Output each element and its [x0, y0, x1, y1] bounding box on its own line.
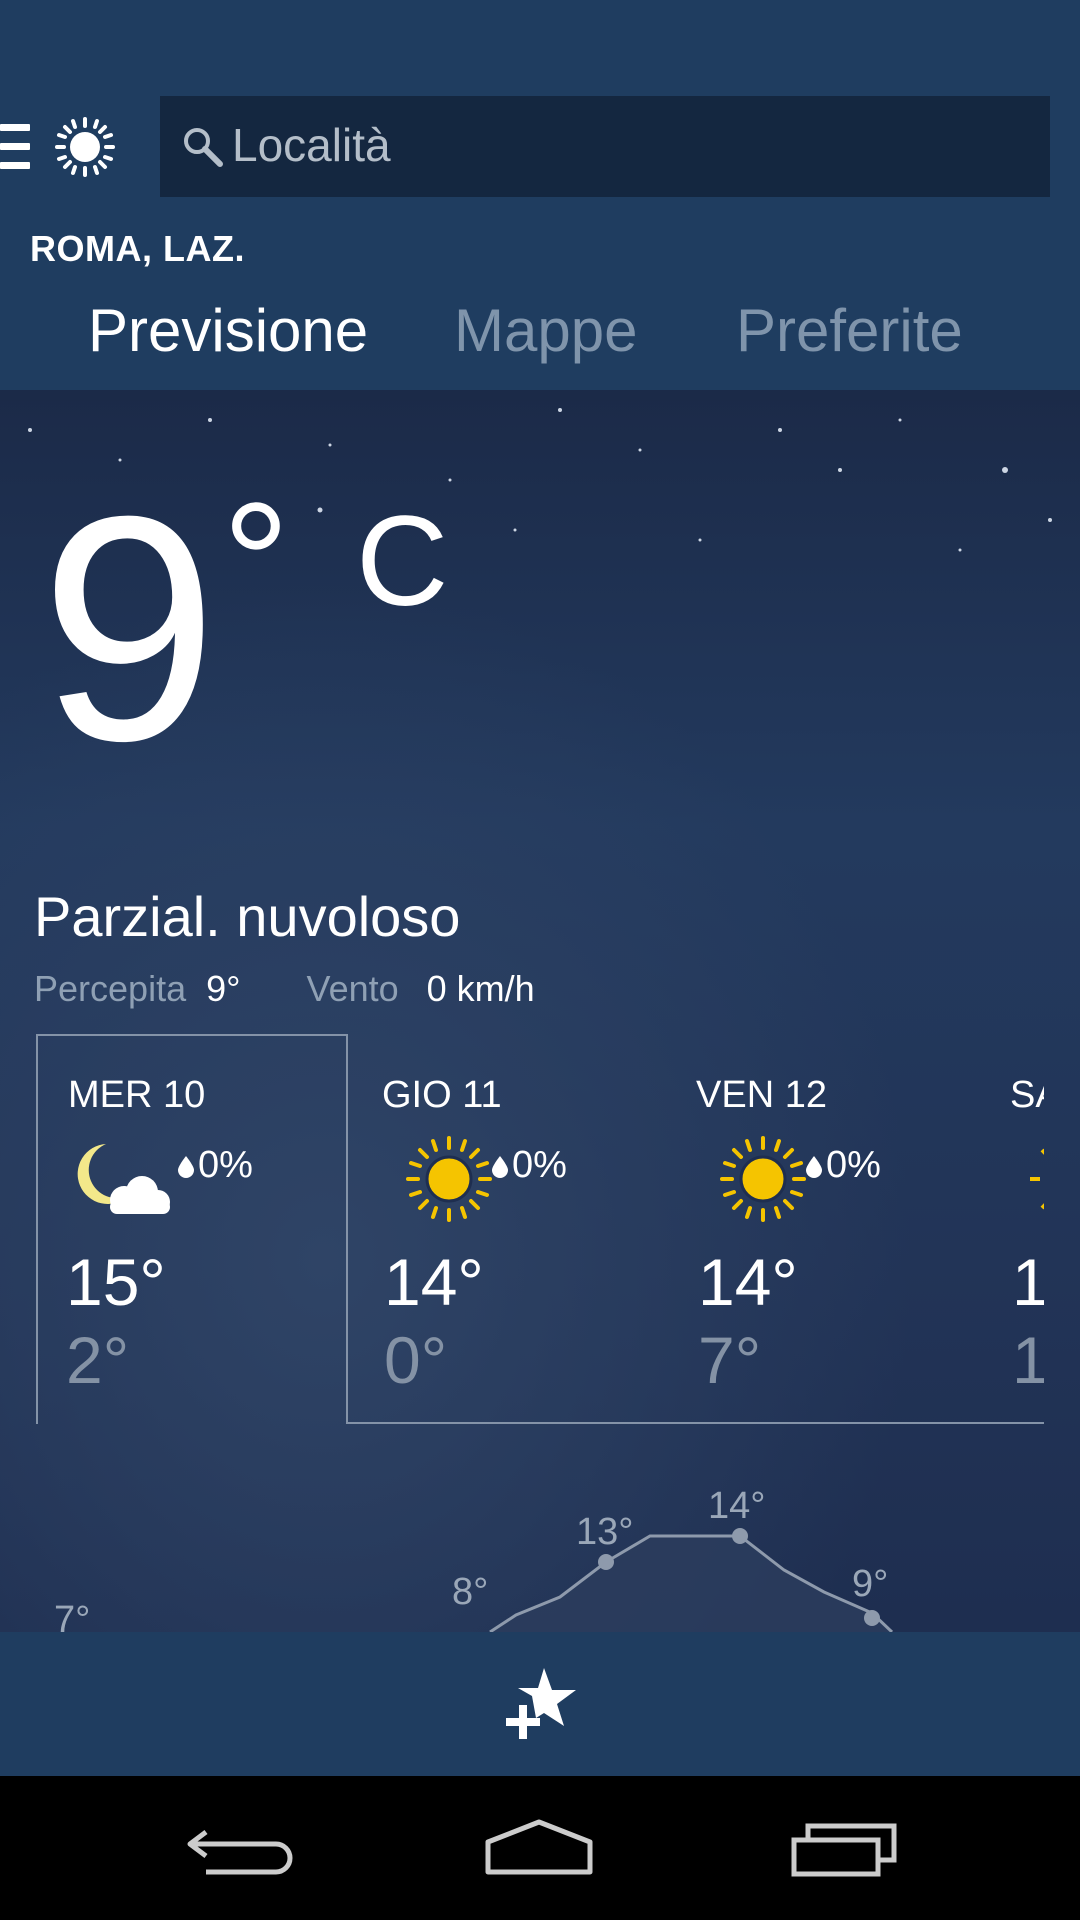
temperature-graph: 7° 8° 13° 14° 9°: [54, 1485, 894, 1632]
moon-cloud-icon: [77, 1144, 170, 1214]
precipitation: 0%: [492, 1144, 567, 1187]
location-search-input[interactable]: Località: [160, 96, 1050, 197]
low-temp: 2°: [66, 1323, 130, 1397]
high-temp: 14°: [698, 1245, 798, 1319]
location-name: ROMA, LAZ.: [30, 228, 245, 269]
hamburger-menu-icon[interactable]: [0, 124, 30, 170]
weather-content[interactable]: 9 ° C Parzial. nuvoloso Percepita 9° Ven…: [0, 390, 1080, 1632]
low-temp: 0°: [384, 1323, 448, 1397]
raindrop-icon: [178, 1155, 194, 1178]
precipitation: 0%: [806, 1144, 881, 1187]
graph-label-7: 7°: [54, 1599, 90, 1632]
search-icon: [184, 128, 223, 167]
graph-label-8: 8°: [452, 1571, 488, 1613]
add-favorite-icon[interactable]: [502, 1666, 578, 1742]
forecast-card-mer[interactable]: MER 10 0% 15° 2°: [36, 1034, 350, 1424]
back-button-icon[interactable]: [186, 1814, 296, 1884]
forecast-day: MER 10: [68, 1074, 206, 1116]
degree-symbol: °: [222, 468, 290, 658]
low-temp: 7°: [698, 1323, 762, 1397]
precipitation-value: 0%: [198, 1144, 253, 1186]
graph-label-14: 14°: [708, 1485, 765, 1527]
high-temp: 14°: [384, 1245, 484, 1319]
forecast-card-ven[interactable]: VEN 12 0% 14° 7°: [664, 1034, 978, 1424]
tab-forecast[interactable]: Previsione: [88, 296, 368, 365]
tab-maps[interactable]: Mappe: [454, 296, 637, 365]
raindrop-icon: [492, 1155, 508, 1178]
high-temp: 15°: [66, 1245, 166, 1319]
low-temp: 1: [1012, 1323, 1044, 1397]
sun-icon: [1030, 1148, 1044, 1210]
current-temperature: 9: [40, 449, 218, 807]
tab-favorites[interactable]: Preferite: [736, 296, 963, 365]
current-details: Percepita 9° Vento 0 km/h: [34, 968, 535, 1010]
precipitation-value: 0%: [826, 1144, 881, 1186]
graph-point: [598, 1554, 614, 1570]
graph-point: [864, 1610, 880, 1626]
recent-apps-button-icon[interactable]: [790, 1814, 900, 1884]
raindrop-icon: [806, 1155, 822, 1178]
sun-logo-icon: [55, 117, 115, 177]
graph-label-13: 13°: [576, 1511, 633, 1553]
daily-forecast-row[interactable]: MER 10 0% 15° 2° GIO 11 0% 14° 0° VEN 12…: [0, 1034, 1080, 1424]
graph-point: [732, 1528, 748, 1544]
bottom-app-bar: [0, 1632, 1080, 1776]
high-temp: 1: [1012, 1245, 1044, 1319]
temperature-unit: C: [356, 490, 449, 633]
forecast-day: GIO 11: [382, 1074, 502, 1116]
precipitation-value: 0%: [512, 1144, 567, 1186]
precipitation: 0%: [178, 1144, 253, 1187]
graph-label-9: 9°: [852, 1563, 888, 1605]
system-navigation-bar: [0, 1776, 1080, 1920]
app-header: Località ROMA, LAZ. Previsione Mappe Pre…: [0, 0, 1080, 390]
home-button-icon[interactable]: [484, 1814, 594, 1884]
sun-icon: [720, 1136, 806, 1222]
search-placeholder: Località: [232, 119, 391, 171]
wind-label: Vento: [306, 968, 399, 1009]
forecast-card-gio[interactable]: GIO 11 0% 14° 0°: [350, 1034, 664, 1424]
forecast-card-sab[interactable]: SA 1 1: [978, 1034, 1044, 1424]
feels-like-label: Percepita: [34, 968, 187, 1009]
forecast-day: VEN 12: [696, 1074, 827, 1116]
current-condition: Parzial. nuvoloso: [34, 885, 461, 948]
wind-value: 0 km/h: [426, 968, 535, 1009]
sun-icon: [406, 1136, 492, 1222]
feels-like-value: 9°: [206, 968, 241, 1009]
forecast-day: SA: [1010, 1074, 1044, 1116]
